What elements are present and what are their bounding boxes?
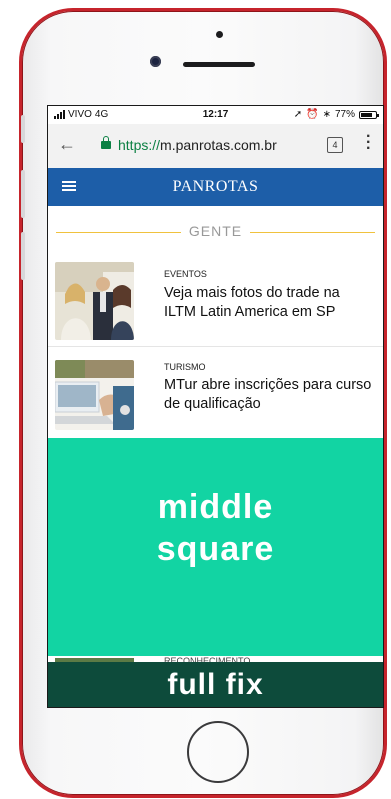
section-title: GENTE [48, 223, 383, 241]
middle-square-ad-text: middle square [48, 486, 383, 570]
full-fix-ad[interactable]: full fix [48, 662, 383, 707]
earpiece-speaker [183, 62, 255, 67]
alarm-icon: ⏰ [306, 109, 319, 120]
middle-square-line2: square [156, 530, 275, 568]
list-item[interactable]: TURISMO MTur abre inscrições para curso … [48, 347, 383, 438]
article-thumbnail[interactable] [55, 360, 134, 430]
status-indicators: ➚ ⏰ ∗ 77% [293, 109, 379, 120]
lock-icon[interactable] [101, 136, 111, 149]
url-scheme: https:// [118, 137, 161, 153]
battery-icon [359, 110, 379, 119]
arrow-left-icon[interactable]: ← [58, 134, 76, 155]
volume-down-button [21, 232, 25, 280]
location-icon: ➚ [293, 109, 303, 120]
phone-screen: VIVO 4G 12:17 ➚ ⏰ ∗ 77% ← https://m.panr… [47, 105, 384, 708]
tab-switcher-button[interactable]: 4 [327, 137, 343, 153]
site-header: PANROTAS [48, 168, 383, 206]
middle-square-ad[interactable]: middle square [48, 438, 383, 656]
article-category: TURISMO [164, 362, 206, 372]
url-host: m.panrotas.com.br [160, 137, 277, 153]
more-vertical-icon[interactable]: · · · [366, 129, 371, 157]
front-camera-icon [150, 56, 161, 67]
article-headline[interactable]: Veja mais fotos do trade na ILTM Latin A… [164, 284, 374, 322]
section-title-text: GENTE [180, 223, 251, 239]
volume-up-button [21, 170, 25, 218]
site-logo[interactable]: PANROTAS [48, 178, 383, 196]
browser-toolbar: ← https://m.panrotas.com.br 4 · · · [48, 124, 383, 169]
mute-switch [21, 115, 25, 143]
battery-percent: 77% [334, 109, 355, 120]
middle-square-line1: middle [157, 488, 274, 526]
full-fix-ad-text: full fix [167, 668, 264, 701]
home-button[interactable] [187, 721, 249, 783]
status-bar: VIVO 4G 12:17 ➚ ⏰ ∗ 77% [48, 106, 383, 124]
bluetooth-icon: ∗ [322, 109, 331, 120]
article-headline[interactable]: MTur abre inscrições para curso de quali… [164, 376, 374, 414]
proximity-sensor [216, 31, 223, 38]
address-bar[interactable]: https://m.panrotas.com.br [118, 137, 277, 153]
list-item[interactable]: EVENTOS Veja mais fotos do trade na ILTM… [48, 252, 383, 347]
article-category: EVENTOS [164, 269, 207, 279]
article-thumbnail[interactable] [55, 262, 134, 340]
